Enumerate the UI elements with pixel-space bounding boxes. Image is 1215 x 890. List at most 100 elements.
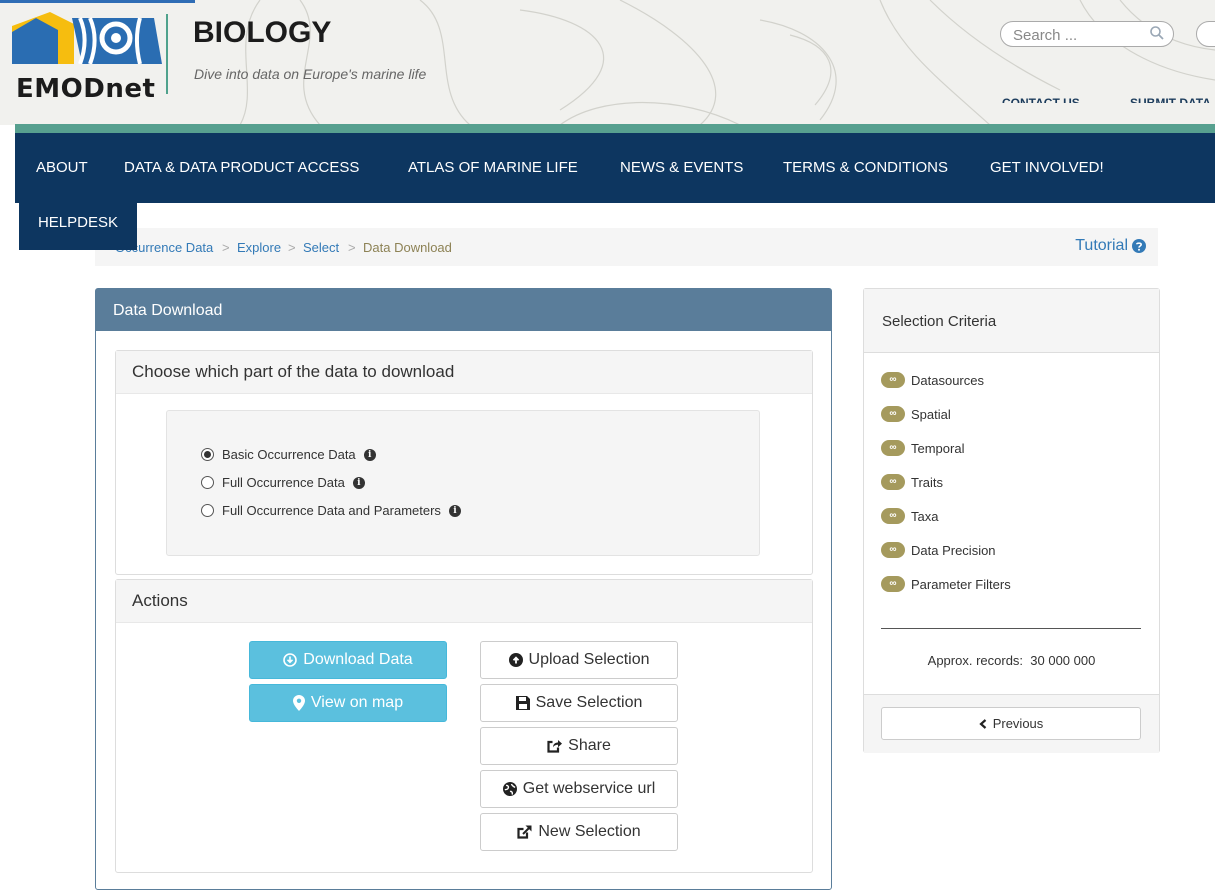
previous-label: Previous bbox=[992, 716, 1044, 731]
actions-heading: Actions bbox=[116, 580, 812, 623]
search-icon[interactable] bbox=[1149, 25, 1165, 41]
options-well: Basic Occurrence Data i Full Occurrence … bbox=[166, 410, 760, 556]
criteria-label: Spatial bbox=[911, 406, 951, 422]
get-webservice-url-button[interactable]: Get webservice url bbox=[480, 770, 678, 808]
external-link-square-icon bbox=[517, 825, 532, 839]
tutorial-label: Tutorial bbox=[1075, 237, 1128, 254]
approx-records: Approx. records: 30 000 000 bbox=[864, 653, 1159, 668]
option-basic-occurrence[interactable]: Basic Occurrence Data i bbox=[201, 447, 376, 462]
option-label: Full Occurrence Data bbox=[222, 475, 345, 490]
criteria-spatial: ∞ Spatial bbox=[881, 406, 951, 422]
infinity-badge: ∞ bbox=[881, 576, 905, 592]
site-tagline: Dive into data on Europe's marine life bbox=[194, 66, 427, 82]
breadcrumb-explore[interactable]: Explore bbox=[237, 240, 281, 255]
chevron-left-icon bbox=[979, 718, 986, 729]
option-label: Full Occurrence Data and Parameters bbox=[222, 503, 441, 518]
criteria-label: Data Precision bbox=[911, 542, 996, 558]
main-navigation: ABOUT DATA & DATA PRODUCT ACCESS ATLAS O… bbox=[15, 133, 1215, 203]
criteria-label: Datasources bbox=[911, 372, 984, 388]
nav-about[interactable]: ABOUT bbox=[36, 133, 88, 203]
criteria-temporal: ∞ Temporal bbox=[881, 440, 964, 456]
upload-circle-icon bbox=[508, 653, 523, 667]
choose-data-heading: Choose which part of the data to downloa… bbox=[116, 351, 812, 394]
download-circle-icon bbox=[283, 653, 298, 667]
submit-data-link[interactable]: SUBMIT DATA bbox=[1130, 96, 1215, 103]
breadcrumb-separator: > bbox=[288, 240, 296, 255]
previous-button[interactable]: Previous bbox=[881, 707, 1141, 740]
infinity-badge: ∞ bbox=[881, 508, 905, 524]
site-title[interactable]: BIOLOGY bbox=[193, 16, 331, 50]
search-input[interactable] bbox=[1011, 24, 1145, 46]
breadcrumb: Occurrence Data > Explore > Select > Dat… bbox=[95, 228, 1158, 266]
option-label: Basic Occurrence Data bbox=[222, 447, 356, 462]
share-square-icon bbox=[547, 740, 563, 753]
infinity-badge: ∞ bbox=[881, 542, 905, 558]
breadcrumb-select[interactable]: Select bbox=[303, 240, 339, 255]
nav-news-events[interactable]: NEWS & EVENTS bbox=[620, 133, 743, 203]
criteria-label: Parameter Filters bbox=[911, 576, 1011, 592]
selection-criteria-panel: Selection Criteria ∞ Datasources ∞ Spati… bbox=[863, 288, 1160, 753]
green-strip bbox=[15, 124, 1215, 133]
info-icon[interactable]: i bbox=[352, 476, 365, 489]
view-on-map-button[interactable]: View on map bbox=[249, 684, 447, 722]
selection-criteria-heading: Selection Criteria bbox=[864, 289, 1159, 353]
breadcrumb-data-download: Data Download bbox=[363, 240, 452, 255]
nav-get-involved[interactable]: GET INVOLVED! bbox=[990, 133, 1104, 203]
radio-basic-occurrence[interactable] bbox=[201, 448, 214, 461]
nav-atlas[interactable]: ATLAS OF MARINE LIFE bbox=[408, 133, 578, 203]
top-link-bar[interactable] bbox=[0, 0, 195, 3]
search-box bbox=[1000, 21, 1174, 47]
info-icon[interactable]: i bbox=[363, 448, 376, 461]
emodnet-logo-icon[interactable] bbox=[12, 12, 162, 64]
criteria-label: Temporal bbox=[911, 440, 965, 456]
new-selection-label: New Selection bbox=[538, 823, 641, 840]
criteria-taxa: ∞ Taxa bbox=[881, 508, 938, 524]
contact-us-link[interactable]: CONTACT US bbox=[1002, 96, 1100, 103]
breadcrumb-separator: > bbox=[348, 240, 356, 255]
info-icon[interactable]: i bbox=[448, 504, 461, 517]
criteria-data-precision: ∞ Data Precision bbox=[881, 542, 996, 558]
actions-panel: Actions Download Data View on map Upload… bbox=[115, 579, 813, 873]
criteria-label: Traits bbox=[911, 474, 944, 490]
site-header: EMODnet BIOLOGY Dive into data on Europe… bbox=[0, 0, 1215, 125]
tutorial-link[interactable]: Tutorial bbox=[1075, 237, 1146, 255]
infinity-badge: ∞ bbox=[881, 372, 905, 388]
option-full-occurrence-parameters[interactable]: Full Occurrence Data and Parameters i bbox=[201, 503, 461, 518]
infinity-badge: ∞ bbox=[881, 440, 905, 456]
share-label: Share bbox=[568, 737, 611, 754]
save-selection-button[interactable]: Save Selection bbox=[480, 684, 678, 722]
question-circle-icon bbox=[1132, 239, 1146, 253]
get-webservice-url-label: Get webservice url bbox=[522, 780, 656, 797]
upload-selection-button[interactable]: Upload Selection bbox=[480, 641, 678, 679]
criteria-parameter-filters: ∞ Parameter Filters bbox=[881, 576, 1011, 592]
nav-terms[interactable]: TERMS & CONDITIONS bbox=[783, 133, 948, 203]
download-data-label: Download Data bbox=[303, 651, 413, 668]
sidebar-footer: Previous bbox=[864, 694, 1159, 753]
nav-data-access[interactable]: DATA & DATA PRODUCT ACCESS bbox=[124, 133, 359, 203]
radio-full-occurrence[interactable] bbox=[201, 476, 214, 489]
globe-icon bbox=[502, 782, 517, 796]
upload-selection-label: Upload Selection bbox=[528, 651, 650, 668]
share-button[interactable]: Share bbox=[480, 727, 678, 765]
save-selection-label: Save Selection bbox=[535, 694, 643, 711]
infinity-badge: ∞ bbox=[881, 474, 905, 490]
new-selection-button[interactable]: New Selection bbox=[480, 813, 678, 851]
option-full-occurrence[interactable]: Full Occurrence Data i bbox=[201, 475, 365, 490]
approx-records-value: 30 000 000 bbox=[1030, 653, 1096, 668]
download-data-button[interactable]: Download Data bbox=[249, 641, 447, 679]
radio-full-occurrence-parameters[interactable] bbox=[201, 504, 214, 517]
choose-data-panel: Choose which part of the data to downloa… bbox=[115, 350, 813, 575]
criteria-traits: ∞ Traits bbox=[881, 474, 943, 490]
sidebar-divider bbox=[881, 628, 1141, 629]
map-marker-icon bbox=[292, 695, 305, 711]
nav-helpdesk[interactable]: HELPDESK bbox=[19, 203, 137, 250]
logo-text: EMODnet bbox=[16, 74, 156, 104]
search-extra-box[interactable] bbox=[1196, 21, 1215, 47]
infinity-badge: ∞ bbox=[881, 406, 905, 422]
contour-background bbox=[239, 0, 1215, 125]
breadcrumb-separator: > bbox=[222, 240, 230, 255]
header-divider bbox=[166, 14, 168, 94]
save-floppy-icon bbox=[515, 696, 530, 710]
view-on-map-label: View on map bbox=[310, 694, 404, 711]
criteria-datasources: ∞ Datasources bbox=[881, 372, 984, 388]
